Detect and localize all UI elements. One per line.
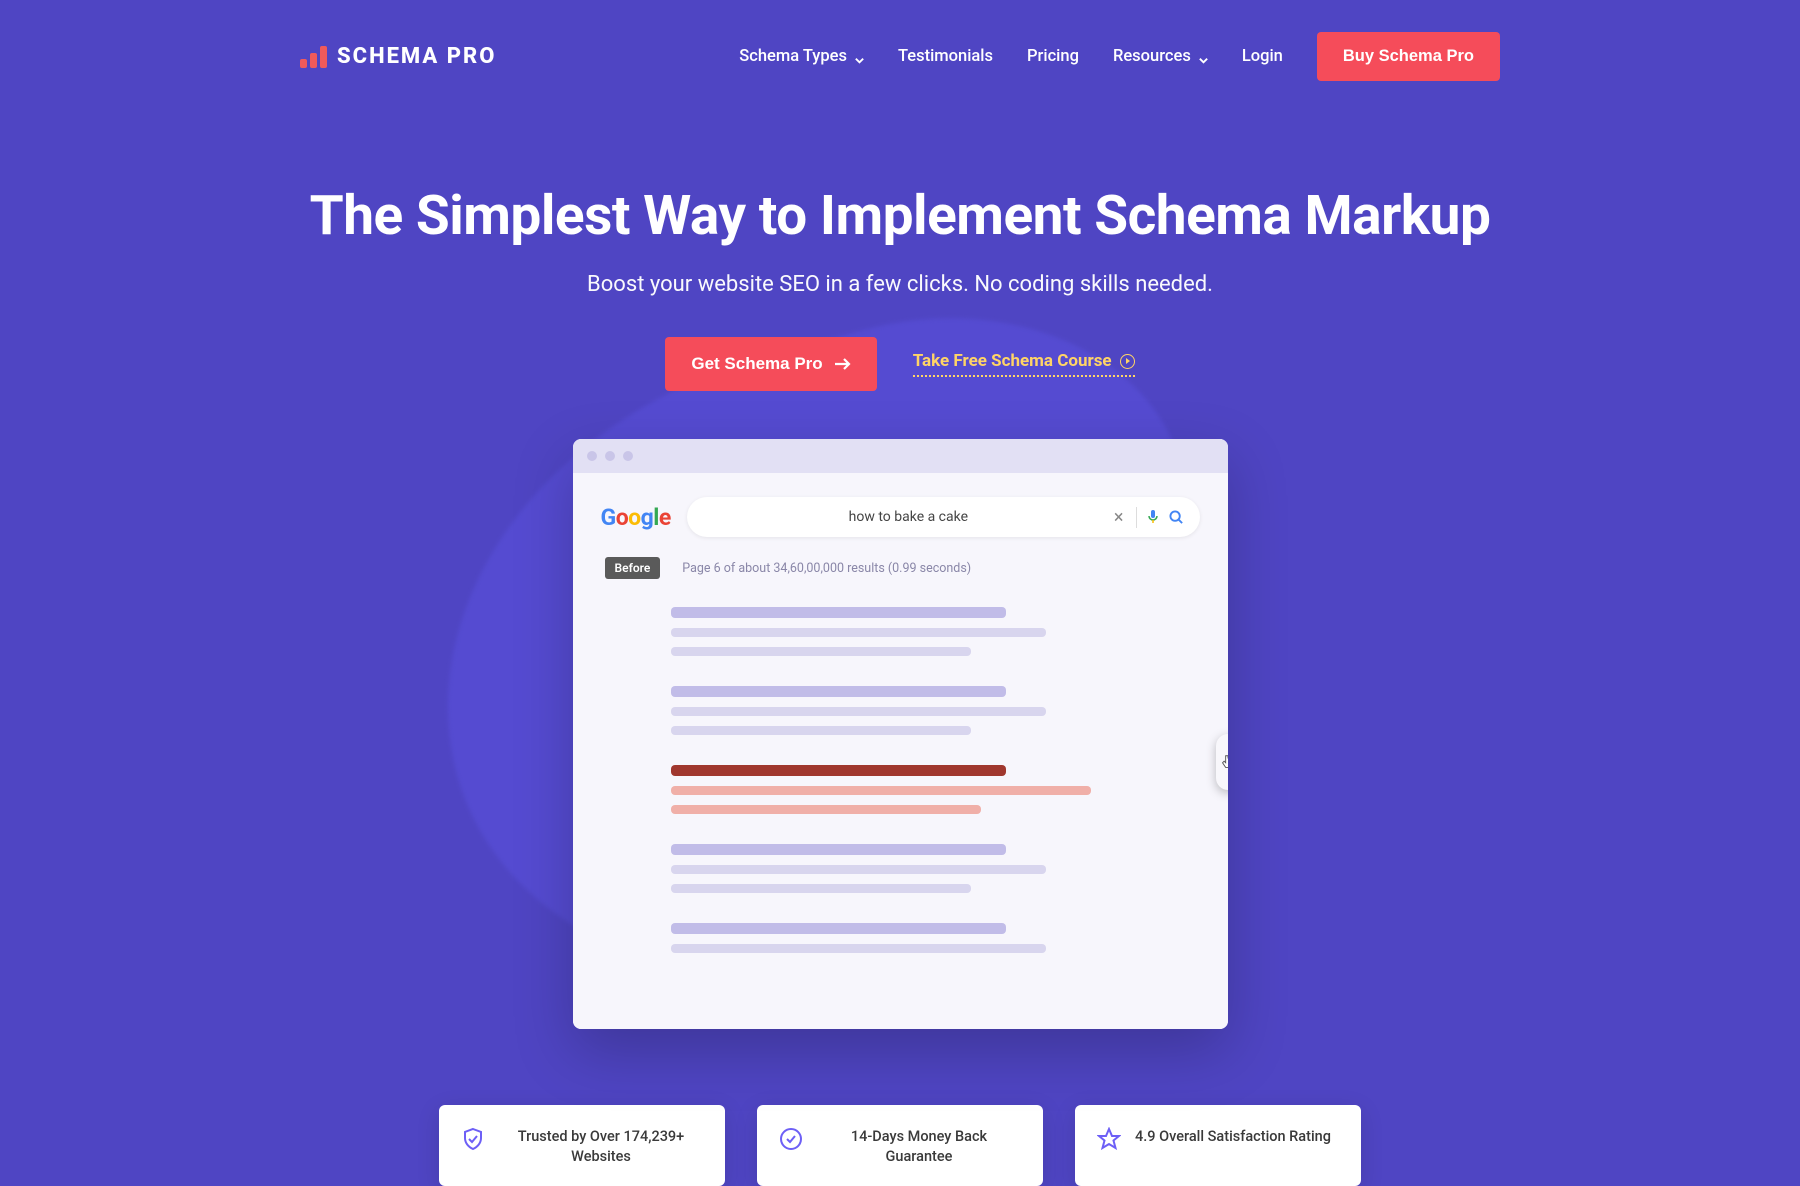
hero-section: The Simplest Way to Implement Schema Mar…: [300, 113, 1500, 1186]
trust-text: 14-Days Money Back Guarantee: [817, 1127, 1021, 1168]
window-dot: [623, 451, 633, 461]
trust-text: 4.9 Overall Satisfaction Rating: [1135, 1127, 1331, 1147]
shield-icon: [461, 1127, 485, 1151]
buy-button[interactable]: Buy Schema Pro: [1317, 32, 1500, 81]
before-badge: Before: [605, 557, 661, 579]
trust-text: Trusted by Over 174,239+ Websites: [499, 1127, 703, 1168]
browser-body: Google how to bake a cake ×: [573, 473, 1228, 1029]
search-result-highlighted: [671, 765, 1200, 814]
trust-card-websites: Trusted by Over 174,239+ Websites: [439, 1105, 725, 1186]
nav-item-testimonials[interactable]: Testimonials: [898, 47, 993, 66]
get-schema-pro-button[interactable]: Get Schema Pro: [665, 337, 876, 391]
search-icon: [1169, 510, 1184, 525]
search-query: how to bake a cake: [703, 509, 1114, 525]
hero-subheadline: Boost your website SEO in a few clicks. …: [300, 272, 1500, 297]
free-course-link[interactable]: Take Free Schema Course: [913, 351, 1135, 377]
pointer-icon: [1221, 754, 1228, 770]
hero-ctas: Get Schema Pro Take Free Schema Course: [300, 337, 1500, 391]
chevron-down-icon: [1198, 52, 1208, 62]
nav-label: Testimonials: [898, 47, 993, 66]
arrow-right-icon: [835, 357, 851, 371]
trust-card-guarantee: 14-Days Money Back Guarantee: [757, 1105, 1043, 1186]
before-after-slider-handle[interactable]: [1216, 734, 1228, 790]
nav-item-resources[interactable]: Resources: [1113, 47, 1208, 66]
search-result: [671, 844, 1200, 893]
hero-headline: The Simplest Way to Implement Schema Mar…: [300, 183, 1500, 250]
trust-cards-row: Trusted by Over 174,239+ Websites 14-Day…: [300, 1105, 1500, 1186]
main-nav: SCHEMA PRO Schema Types Testimonials Pri…: [300, 0, 1500, 113]
browser-mockup: Google how to bake a cake ×: [573, 439, 1228, 1029]
trust-card-rating: 4.9 Overall Satisfaction Rating: [1075, 1105, 1361, 1186]
nav-label: Pricing: [1027, 47, 1079, 66]
nav-item-login[interactable]: Login: [1242, 47, 1283, 66]
mic-icon: [1147, 509, 1159, 525]
window-dot: [605, 451, 615, 461]
google-logo: Google: [601, 504, 671, 531]
brand-logo[interactable]: SCHEMA PRO: [300, 44, 496, 69]
check-circle-icon: [779, 1127, 803, 1151]
nav-label: Schema Types: [739, 47, 847, 66]
nav-item-pricing[interactable]: Pricing: [1027, 47, 1079, 66]
search-bar: how to bake a cake ×: [687, 497, 1200, 537]
search-result: [671, 923, 1200, 953]
browser-titlebar: [573, 439, 1228, 473]
cta-label: Get Schema Pro: [691, 354, 822, 374]
search-result: [671, 607, 1200, 656]
search-result: [671, 686, 1200, 735]
star-icon: [1097, 1127, 1121, 1151]
window-dot: [587, 451, 597, 461]
nav-item-schema-types[interactable]: Schema Types: [739, 47, 864, 66]
nav-label: Login: [1242, 47, 1283, 66]
course-label: Take Free Schema Course: [913, 351, 1112, 371]
brand-name: SCHEMA PRO: [337, 44, 496, 69]
nav-label: Resources: [1113, 47, 1191, 66]
chevron-down-icon: [854, 52, 864, 62]
nav-links: Schema Types Testimonials Pricing Resour…: [739, 32, 1500, 81]
clear-icon: ×: [1114, 507, 1137, 528]
results-count: Page 6 of about 34,60,00,000 results (0.…: [682, 561, 971, 576]
play-icon: [1120, 354, 1135, 369]
bars-icon: [300, 46, 327, 68]
